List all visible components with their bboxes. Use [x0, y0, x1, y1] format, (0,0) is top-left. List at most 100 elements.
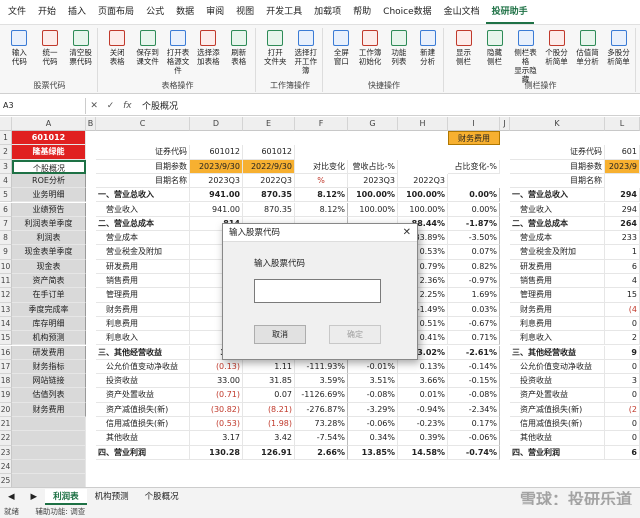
table-cell[interactable]: 0: [605, 388, 640, 403]
table-cell[interactable]: (1.98): [243, 417, 295, 432]
table-cell[interactable]: 0.71%: [448, 331, 500, 346]
table-cell[interactable]: 0.00%: [448, 202, 500, 217]
table-cell[interactable]: -7.54%: [295, 431, 348, 446]
table-cell[interactable]: 100.00%: [398, 202, 448, 217]
corner-select-all[interactable]: [0, 117, 12, 131]
sidebar-item[interactable]: 利润表单季度: [12, 216, 86, 232]
table-cell[interactable]: 0: [605, 417, 640, 432]
table-cell[interactable]: 信用减值损失(新): [96, 417, 190, 432]
table-cell[interactable]: 264: [605, 216, 640, 232]
sidebar-item[interactable]: 业绩预告: [12, 202, 86, 217]
ribbon-button[interactable]: 保存到 课文件: [134, 30, 162, 66]
column-header[interactable]: C: [96, 117, 190, 131]
sidebar-item[interactable]: 现金表单季度: [12, 245, 86, 260]
sheet-scroll-icon[interactable]: ▶: [23, 489, 46, 505]
sheet-scroll-icon[interactable]: ◀: [0, 489, 23, 505]
table-cell[interactable]: 3.42: [243, 431, 295, 446]
menu-item[interactable]: 数据: [170, 0, 200, 24]
row-header[interactable]: 10: [0, 259, 12, 274]
row-header[interactable]: 16: [0, 345, 12, 360]
row-header[interactable]: 19: [0, 388, 12, 403]
menu-item[interactable]: Choice数据: [377, 0, 437, 24]
table-cell[interactable]: 0.07: [243, 388, 295, 403]
ribbon-button[interactable]: 估值简 单分析: [574, 30, 602, 66]
sidebar-item[interactable]: 利润表: [12, 231, 86, 246]
sidebar-item[interactable]: 现金表: [12, 259, 86, 274]
table-cell[interactable]: 资产减值损失(新): [510, 402, 605, 417]
table-cell[interactable]: 33.00: [190, 374, 243, 389]
sheet-tab[interactable]: 个股概况: [137, 489, 187, 505]
table-cell[interactable]: 管理费用: [96, 288, 190, 303]
table-cell[interactable]: -0.15%: [448, 374, 500, 389]
table-cell[interactable]: 3.17: [190, 431, 243, 446]
table-cell[interactable]: 营业收入: [96, 202, 190, 217]
table-cell[interactable]: 营业税金及附加: [96, 245, 190, 260]
ribbon-button[interactable]: 选择添 加表格: [194, 30, 222, 66]
column-header[interactable]: B: [86, 117, 96, 131]
ribbon-button[interactable]: 隐藏 侧栏: [481, 30, 509, 66]
menu-item[interactable]: 页面布局: [92, 0, 140, 24]
table-cell[interactable]: 二、营业总成本: [96, 216, 190, 232]
fx-icon[interactable]: fx: [123, 101, 132, 111]
sidebar-item[interactable]: 季度完成率: [12, 302, 86, 317]
column-header[interactable]: E: [243, 117, 295, 131]
table-cell[interactable]: 6: [605, 259, 640, 274]
table-cell[interactable]: 130.28: [190, 445, 243, 460]
sidebar-item[interactable]: 业务明细: [12, 188, 86, 203]
ribbon-button[interactable]: 新建 分析: [414, 30, 442, 66]
table-cell[interactable]: -2.61%: [448, 345, 500, 360]
table-cell[interactable]: (8.21): [243, 402, 295, 417]
table-cell[interactable]: 0: [605, 431, 640, 446]
ribbon-button[interactable]: 关闭 表格: [103, 30, 131, 66]
table-cell[interactable]: (0.13): [190, 359, 243, 375]
row-header[interactable]: 4: [0, 173, 12, 189]
table-cell[interactable]: 四、营业利润: [510, 445, 605, 460]
table-cell[interactable]: 利息收入: [96, 331, 190, 346]
table-cell[interactable]: 营业成本: [510, 231, 605, 246]
menu-item[interactable]: 加载项: [308, 0, 347, 24]
table-cell[interactable]: -2.34%: [448, 402, 500, 417]
table-cell[interactable]: 营业成本: [96, 231, 190, 246]
table-cell[interactable]: 利息费用: [96, 316, 190, 332]
table-cell[interactable]: 8.12%: [295, 202, 348, 217]
table-cell[interactable]: 0.39%: [398, 431, 448, 446]
ribbon-button[interactable]: 侧栏表格 显示隐藏: [512, 30, 540, 84]
row-header[interactable]: 3: [0, 159, 12, 174]
sheet-tab[interactable]: 机构预测: [87, 489, 137, 505]
ribbon-button[interactable]: 全屏 窗口: [327, 30, 355, 66]
close-icon[interactable]: ✕: [403, 224, 411, 242]
table-cell[interactable]: 利息费用: [510, 316, 605, 332]
table-cell[interactable]: 资产处置收益: [96, 388, 190, 403]
row-header[interactable]: 5: [0, 188, 12, 203]
menu-item[interactable]: 金山文档: [438, 0, 486, 24]
table-cell[interactable]: 财务费用: [96, 302, 190, 317]
menu-item[interactable]: 开发工具: [260, 0, 308, 24]
menu-item[interactable]: 文件: [2, 0, 32, 24]
table-cell[interactable]: 31.85: [243, 374, 295, 389]
table-cell[interactable]: 13.85%: [348, 445, 398, 460]
table-cell[interactable]: 2.66%: [295, 445, 348, 460]
cancel-icon[interactable]: ✕: [90, 101, 98, 111]
ribbon-button[interactable]: 工作簿 初始化: [356, 30, 384, 66]
row-header[interactable]: 18: [0, 374, 12, 389]
table-cell[interactable]: 0: [605, 316, 640, 332]
column-header[interactable]: K: [510, 117, 605, 131]
sidebar-item[interactable]: 隆基绿能: [12, 145, 86, 160]
formula-value[interactable]: 个股概况: [136, 99, 178, 112]
row-header[interactable]: 25: [0, 474, 12, 487]
row-header[interactable]: 15: [0, 331, 12, 346]
column-header[interactable]: F: [295, 117, 348, 131]
table-cell[interactable]: 一、营业总收入: [510, 188, 605, 203]
ribbon-button[interactable]: 输入 代码: [5, 30, 33, 66]
table-cell[interactable]: (0.71): [190, 388, 243, 403]
table-cell[interactable]: -1126.69%: [295, 388, 348, 403]
sidebar-item[interactable]: 财务指标: [12, 359, 86, 375]
table-cell[interactable]: 研发费用: [96, 259, 190, 274]
column-header[interactable]: D: [190, 117, 243, 131]
table-cell[interactable]: 其他收益: [96, 431, 190, 446]
sidebar-item[interactable]: 网站链接: [12, 374, 86, 389]
table-cell[interactable]: -3.29%: [348, 402, 398, 417]
menu-item[interactable]: 帮助: [347, 0, 377, 24]
table-cell[interactable]: 1.69%: [448, 288, 500, 303]
row-header[interactable]: 22: [0, 431, 12, 446]
